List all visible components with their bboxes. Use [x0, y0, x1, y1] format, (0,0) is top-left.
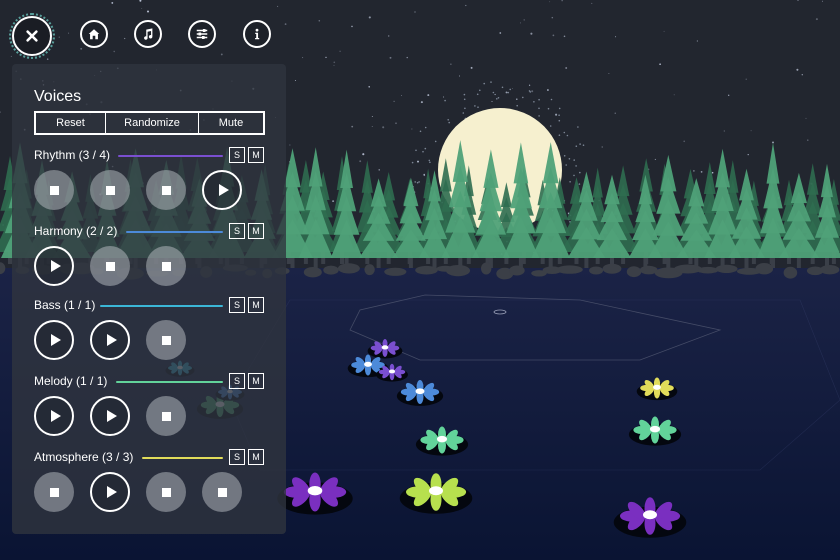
play-button[interactable] — [202, 170, 242, 210]
play-icon — [106, 486, 117, 498]
solo-button[interactable]: S — [229, 223, 245, 239]
voice-row-melody: Melody (1 / 1) S M — [34, 373, 265, 390]
mute-button[interactable]: M — [248, 297, 264, 313]
stop-icon — [161, 261, 171, 271]
info-button[interactable] — [243, 20, 271, 48]
stop-icon — [161, 487, 171, 497]
sliders-icon — [196, 29, 208, 39]
play-icon — [50, 334, 61, 346]
play-button[interactable] — [90, 472, 130, 512]
stop-button[interactable] — [34, 170, 74, 210]
voices-panel: Voices Reset Randomize Mute Rhythm (3 / … — [12, 64, 286, 534]
stop-icon — [105, 185, 115, 195]
voice-name: Melody (1 / 1) — [34, 374, 108, 388]
close-button[interactable] — [9, 13, 55, 59]
home-icon — [88, 29, 100, 40]
music-button[interactable] — [134, 20, 162, 48]
stop-icon — [217, 487, 227, 497]
voice-name: Atmosphere (3 / 3) — [34, 450, 134, 464]
play-button[interactable] — [34, 246, 74, 286]
voice-level-line — [116, 381, 223, 383]
voice-row-harmony: Harmony (2 / 2) S M — [34, 223, 265, 240]
stop-button[interactable] — [202, 472, 242, 512]
settings-button[interactable] — [188, 20, 216, 48]
voice-level-line — [118, 155, 223, 157]
voice-name: Rhythm (3 / 4) — [34, 148, 111, 162]
play-button[interactable] — [90, 320, 130, 360]
stop-icon — [161, 185, 171, 195]
stop-button[interactable] — [90, 170, 130, 210]
play-icon — [106, 410, 117, 422]
music-note-icon — [144, 28, 153, 40]
play-icon — [218, 184, 229, 196]
stop-icon — [49, 487, 59, 497]
randomize-button[interactable]: Randomize — [105, 113, 198, 133]
solo-button[interactable]: S — [229, 297, 245, 313]
close-icon — [26, 30, 38, 42]
solo-button[interactable]: S — [229, 147, 245, 163]
mute-button[interactable]: M — [248, 373, 264, 389]
voice-row-rhythm: Rhythm (3 / 4) S M — [34, 147, 265, 164]
stop-button[interactable] — [34, 472, 74, 512]
stop-icon — [49, 185, 59, 195]
stop-icon — [105, 261, 115, 271]
play-button[interactable] — [34, 396, 74, 436]
stop-button[interactable] — [146, 396, 186, 436]
play-icon — [50, 410, 61, 422]
stop-button[interactable] — [146, 320, 186, 360]
panel-title: Voices — [34, 88, 82, 105]
mute-button[interactable]: M — [248, 449, 264, 465]
stop-button[interactable] — [146, 246, 186, 286]
mute-button[interactable]: M — [248, 147, 264, 163]
stop-icon — [161, 335, 171, 345]
voice-level-line — [142, 457, 223, 459]
mute-all-button[interactable]: Mute — [198, 113, 263, 133]
voice-name: Harmony (2 / 2) — [34, 224, 118, 238]
voice-controls: Reset Randomize Mute — [34, 111, 265, 135]
voice-level-line — [126, 231, 223, 233]
voice-name: Bass (1 / 1) — [34, 298, 96, 312]
reset-button[interactable]: Reset — [36, 113, 105, 133]
voice-level-line — [100, 305, 223, 307]
info-icon — [255, 28, 260, 40]
play-icon — [50, 260, 61, 272]
stop-button[interactable] — [146, 472, 186, 512]
play-icon — [106, 334, 117, 346]
voice-row-bass: Bass (1 / 1) S M — [34, 297, 265, 314]
stop-button[interactable] — [146, 170, 186, 210]
stop-icon — [161, 411, 171, 421]
solo-button[interactable]: S — [229, 449, 245, 465]
home-button[interactable] — [80, 20, 108, 48]
play-button[interactable] — [34, 320, 74, 360]
play-button[interactable] — [90, 396, 130, 436]
stop-button[interactable] — [90, 246, 130, 286]
solo-button[interactable]: S — [229, 373, 245, 389]
voice-row-atmosphere: Atmosphere (3 / 3) S M — [34, 449, 265, 466]
mute-button[interactable]: M — [248, 223, 264, 239]
